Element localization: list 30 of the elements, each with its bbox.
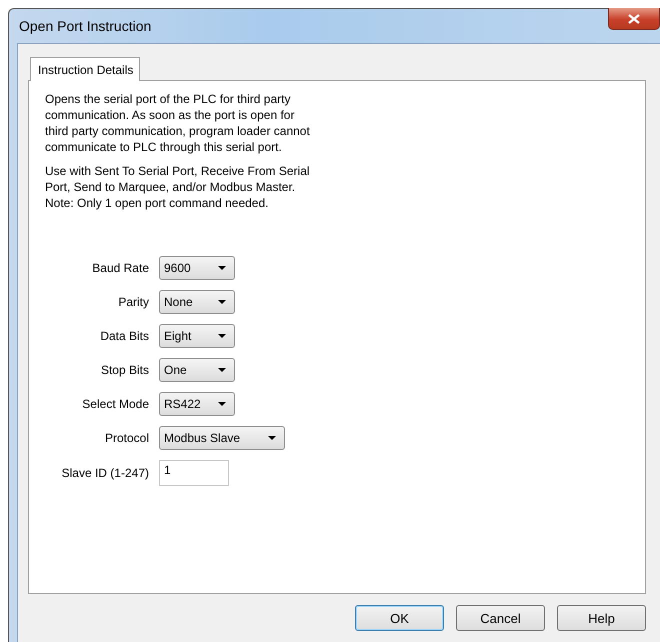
window-title: Open Port Instruction bbox=[19, 18, 152, 34]
field-label: Data Bits bbox=[99, 329, 149, 343]
close-icon bbox=[628, 14, 640, 24]
field-label: Select Mode bbox=[81, 397, 149, 411]
dialog-button[interactable]: OK bbox=[355, 605, 444, 631]
dropdown[interactable]: RS422 bbox=[159, 392, 235, 416]
description-text: Opens the serial port of the PLC for third party communication. As soon as the port is open for third party communication, program loader cannot communicate to PLC through this serial port. bbox=[45, 91, 311, 155]
caret-icon bbox=[218, 300, 226, 304]
field-label: Stop Bits bbox=[100, 363, 149, 377]
dropdown[interactable]: Modbus Slave bbox=[159, 426, 285, 450]
tab[interactable]: Instruction Details bbox=[30, 57, 140, 81]
dialog-button[interactable]: Help bbox=[557, 605, 646, 631]
close-button[interactable] bbox=[608, 8, 660, 30]
caret-icon bbox=[218, 368, 226, 372]
caret-icon bbox=[218, 266, 226, 270]
dropdown[interactable]: None bbox=[159, 290, 235, 314]
dropdown[interactable]: Eight bbox=[159, 324, 235, 348]
description-text: Note: Only 1 open port command needed. bbox=[45, 195, 270, 211]
input-field[interactable]: 1 bbox=[159, 460, 229, 486]
field-label: Baud Rate bbox=[91, 261, 149, 275]
field-label: Slave ID (1-247) bbox=[60, 466, 149, 480]
dropdown[interactable]: 9600 bbox=[159, 256, 235, 280]
dialog-button[interactable]: Cancel bbox=[456, 605, 545, 631]
field-label: Parity bbox=[117, 295, 149, 309]
description-text: Use with Sent To Serial Port, Receive From Serial Port, Send to Marquee, and/or Modbus Master. bbox=[45, 163, 311, 195]
field-label: Protocol bbox=[104, 431, 149, 445]
caret-icon bbox=[218, 334, 226, 338]
caret-icon bbox=[218, 402, 226, 406]
dropdown[interactable]: One bbox=[159, 358, 235, 382]
caret-icon bbox=[268, 436, 276, 440]
